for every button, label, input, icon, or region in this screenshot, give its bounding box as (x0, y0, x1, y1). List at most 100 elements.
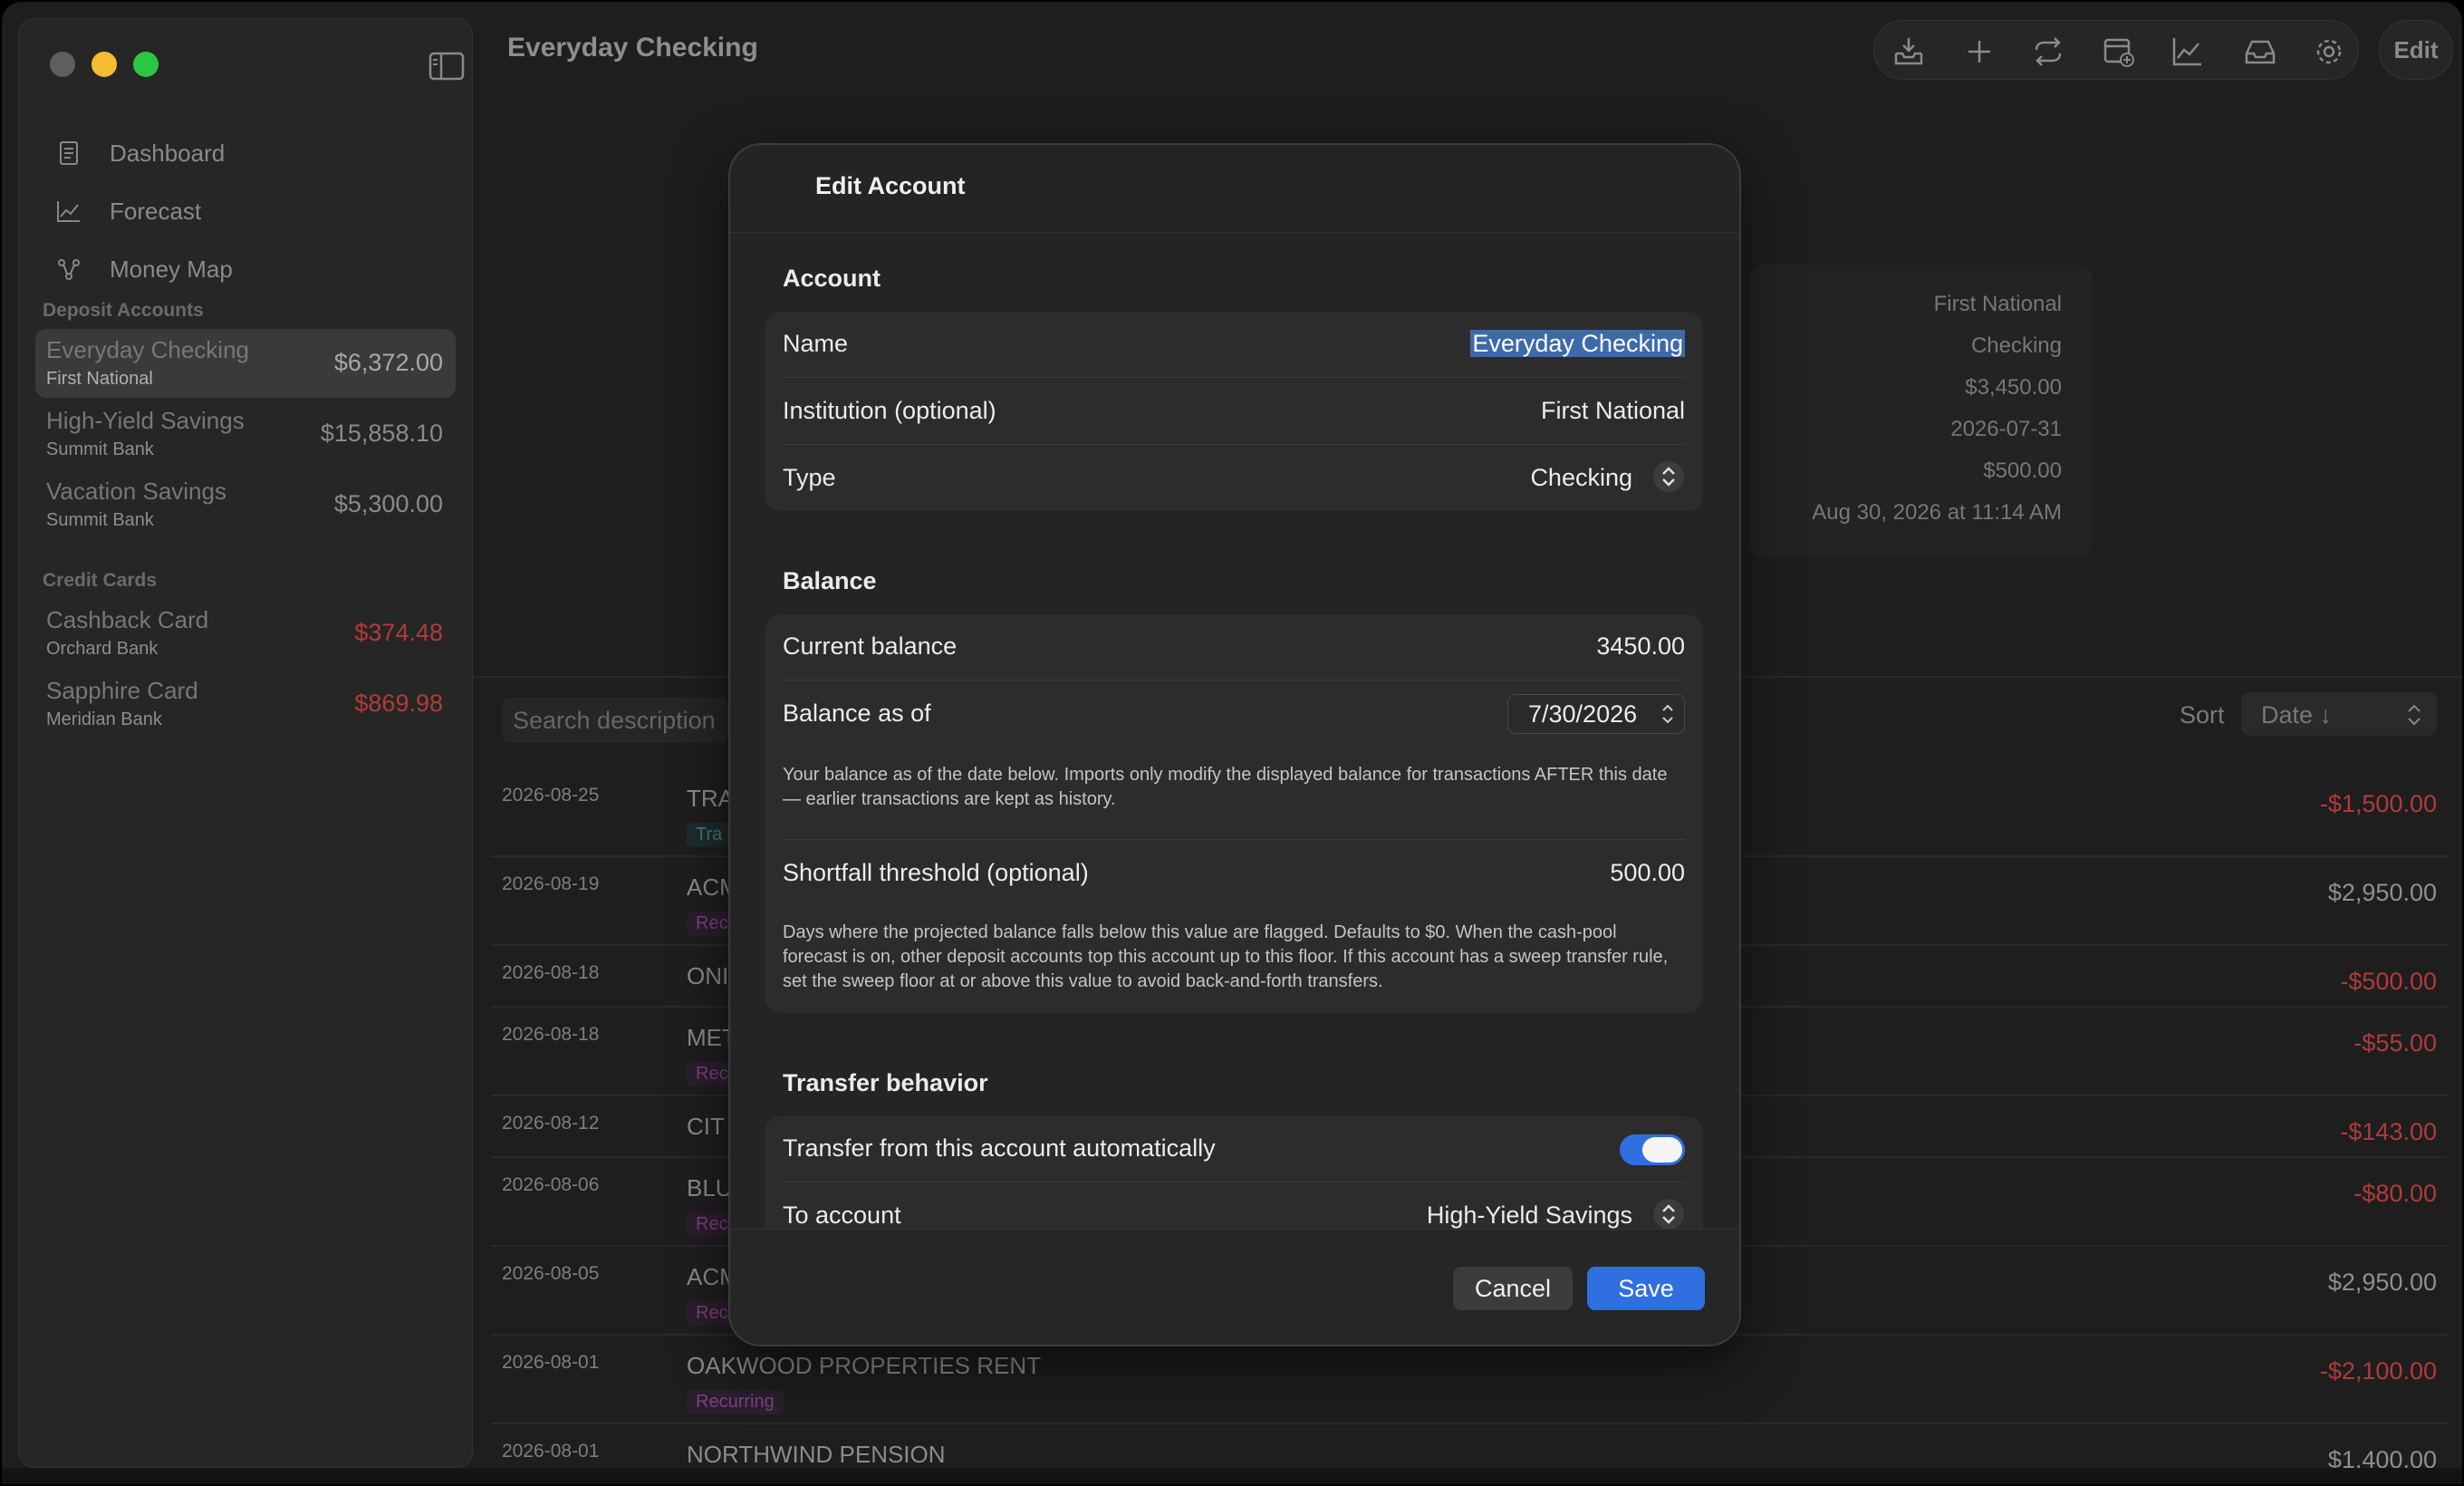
current-balance-row: Current balance 3450.00 (783, 614, 1685, 680)
to-account-select[interactable]: High-Yield Savings (1427, 1201, 1632, 1230)
transaction-amount: -$143.00 (2340, 1118, 2437, 1145)
maximize-window-button[interactable] (133, 52, 159, 77)
edit-account-dialog: Edit Account Account Name Everyday Check… (728, 143, 1741, 1346)
network-icon (58, 259, 80, 280)
cancel-button[interactable]: Cancel (1453, 1267, 1573, 1310)
shortfall-help-text: Days where the projected balance falls b… (783, 922, 1669, 991)
account-name: High-Yield Savings (46, 407, 245, 434)
window-controls (50, 52, 159, 77)
balance-group: Current balance 3450.00 Balance as of 7/… (765, 614, 1703, 1013)
auto-transfer-toggle[interactable] (1620, 1134, 1685, 1165)
account-name: Cashback Card (46, 606, 209, 633)
transaction-name: BLU (687, 1174, 733, 1201)
account-institution: Summit Bank (46, 439, 154, 459)
gear-icon[interactable] (2313, 35, 2345, 68)
account-info-card: First National Checking $3,450.00 2026-0… (1750, 265, 2093, 556)
sort-select[interactable]: Date ↓ (2241, 692, 2437, 736)
window-title: Everyday Checking (507, 33, 758, 63)
balance-help-text: Your balance as of the date below. Impor… (783, 765, 1668, 809)
institution-input[interactable]: First National (1541, 397, 1685, 425)
name-label: Name (783, 330, 849, 357)
plus-icon[interactable] (1963, 35, 1996, 68)
account-institution: Meridian Bank (46, 709, 162, 729)
chevron-updown-icon[interactable] (1660, 701, 1675, 727)
info-balance-date: 2026-07-31 (1950, 417, 2062, 441)
account-balance: $6,372.00 (333, 349, 443, 376)
inbox-download-icon[interactable] (1892, 35, 1925, 68)
tray-icon[interactable] (2244, 35, 2276, 68)
type-label: Type (783, 464, 836, 491)
name-input[interactable]: Everyday Checking (1470, 330, 1685, 358)
toolbar (1873, 20, 2359, 80)
sidebar-account-high-yield-savings[interactable]: High-Yield Savings Summit Bank $15,858.1… (35, 400, 456, 468)
transaction-amount: -$2,100.00 (2319, 1357, 2437, 1385)
info-updated: Aug 30, 2026 at 11:14 AM (1812, 500, 2062, 525)
divider (783, 377, 1685, 378)
info-type: Checking (1970, 333, 2062, 358)
deposit-accounts-heading: Deposit Accounts (43, 300, 204, 321)
save-button[interactable]: Save (1587, 1267, 1705, 1310)
search-input[interactable]: Search description (502, 698, 728, 743)
balance-date-picker[interactable]: 7/30/2026 (1507, 694, 1685, 734)
divider (783, 839, 1685, 840)
auto-transfer-label: Transfer from this account automatically (783, 1134, 1216, 1162)
sidebar-account-vacation-savings[interactable]: Vacation Savings Summit Bank $5,300.00 (35, 470, 456, 539)
balance-date-value: 7/30/2026 (1528, 700, 1638, 728)
close-window-button[interactable] (50, 52, 75, 77)
account-balance: $374.48 (354, 619, 443, 646)
sidebar-item-money-map[interactable]: Money Map (55, 240, 233, 298)
transaction-date: 2026-08-18 (502, 962, 600, 983)
transaction-name: CIT (687, 1113, 725, 1140)
account-institution: Orchard Bank (46, 639, 159, 659)
app-root: Dashboard Forecast Money Map Deposit Acc… (0, 0, 2464, 1486)
transaction-amount: $2,950.00 (2327, 879, 2437, 906)
account-balance: $15,858.10 (320, 420, 443, 447)
calendar-add-icon[interactable] (2103, 35, 2135, 68)
current-balance-input[interactable]: 3450.00 (1596, 632, 1685, 661)
name-value: Everyday Checking (1470, 330, 1685, 357)
shortfall-input[interactable]: 500.00 (1610, 859, 1685, 887)
transaction-date: 2026-08-06 (502, 1174, 600, 1195)
sidebar-item-label: Forecast (110, 197, 202, 225)
divider (783, 444, 1685, 445)
transaction-tag: Recurring (687, 1390, 784, 1414)
divider (730, 232, 1739, 233)
info-threshold: $500.00 (1983, 458, 2062, 483)
info-balance: $3,450.00 (1965, 375, 2062, 400)
sort-label: Sort (2180, 701, 2225, 729)
type-select[interactable]: Checking (1530, 464, 1632, 492)
transaction-date: 2026-08-01 (502, 1352, 600, 1373)
institution-row: Institution (optional) First National (783, 379, 1685, 444)
name-row: Name Everyday Checking (783, 312, 1685, 377)
sidebar-account-everyday-checking[interactable]: Everyday Checking First National $6,372.… (35, 329, 456, 398)
account-balance: $869.98 (354, 690, 443, 717)
minimize-window-button[interactable] (91, 52, 117, 77)
sidebar-account-sapphire-card[interactable]: Sapphire Card Meridian Bank $869.98 (35, 670, 456, 738)
sidebar-account-cashback-card[interactable]: Cashback Card Orchard Bank $374.48 (35, 599, 456, 668)
transaction-tag: Tra (687, 823, 732, 847)
transaction-date: 2026-08-01 (502, 1441, 600, 1462)
account-balance: $5,300.00 (333, 490, 443, 517)
account-name: Vacation Savings (46, 478, 226, 505)
account-group: Name Everyday Checking Institution (opti… (765, 312, 1703, 511)
account-name: Everyday Checking (46, 336, 249, 363)
chevron-updown-icon[interactable] (1652, 1198, 1685, 1230)
sidebar-item-forecast[interactable]: Forecast (55, 182, 233, 240)
transaction-date: 2026-08-05 (502, 1263, 600, 1284)
sidebar-toggle-icon[interactable] (428, 52, 465, 81)
transaction-name: NORTHWIND PENSION (687, 1441, 946, 1468)
transaction-name: OAKWOOD PROPERTIES RENT (687, 1352, 1042, 1379)
row-divider (491, 1423, 2448, 1424)
transaction-name: ONI (687, 962, 729, 989)
edit-button[interactable]: Edit (2379, 20, 2453, 80)
chart-icon[interactable] (2171, 35, 2204, 68)
dialog-title: Edit Account (815, 172, 966, 199)
chevron-updown-icon[interactable] (1652, 460, 1685, 493)
account-institution: First National (46, 369, 153, 389)
transfer-icon[interactable] (2032, 35, 2065, 68)
transfer-section-title: Transfer behavior (783, 1069, 988, 1096)
sidebar-nav: Dashboard Forecast Money Map (55, 124, 233, 298)
sidebar-item-dashboard[interactable]: Dashboard (55, 124, 233, 182)
transaction-amount: -$500.00 (2340, 968, 2437, 995)
info-institution: First National (1933, 292, 2062, 316)
